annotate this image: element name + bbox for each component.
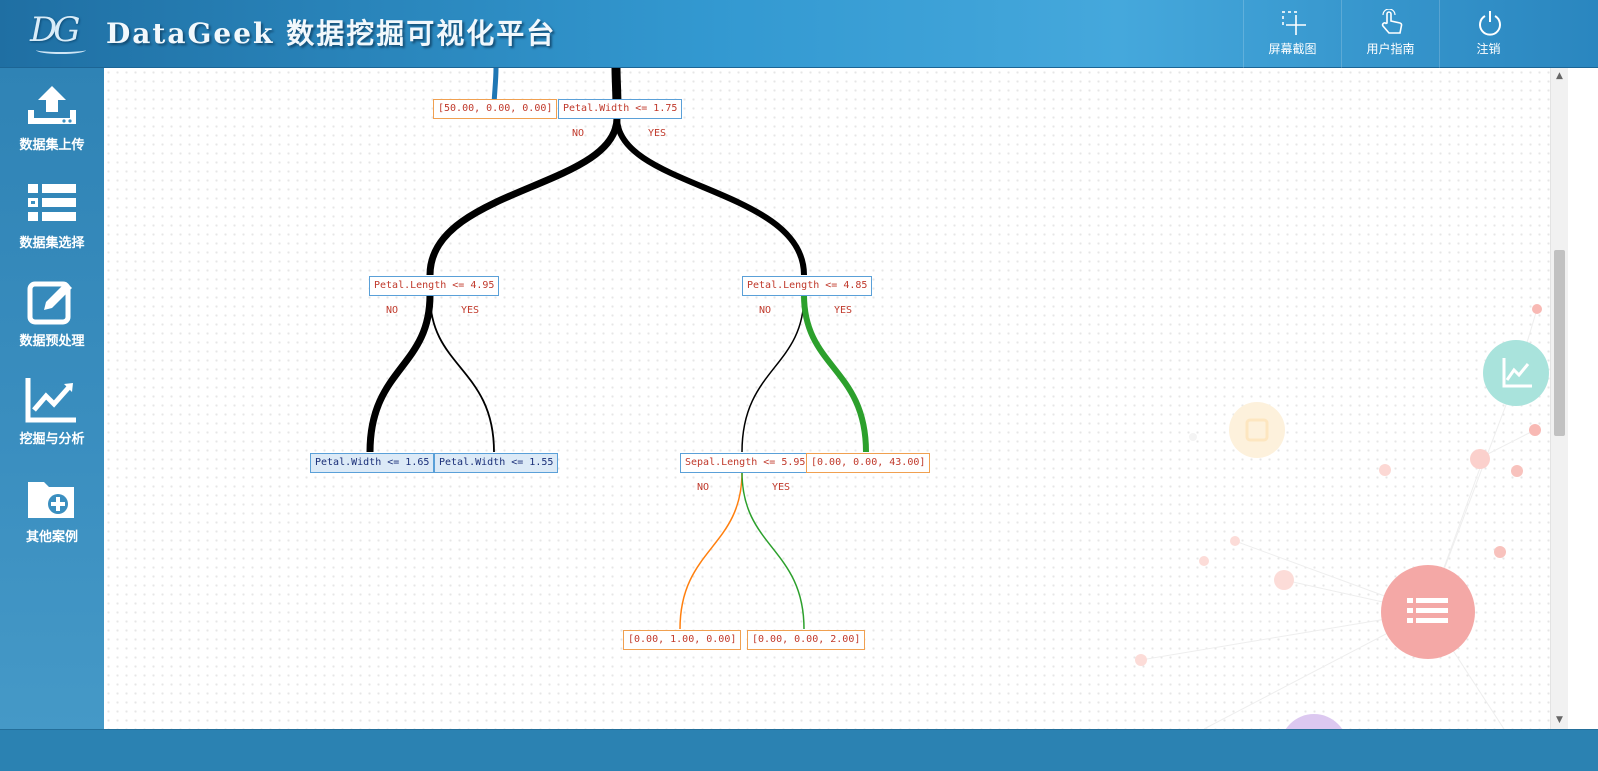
tree-node-left[interactable]: Petal.Length <= 4.95 <box>369 276 500 296</box>
list-icon <box>28 184 76 221</box>
edge-label-no: NO <box>759 305 772 316</box>
edge-label-no: NO <box>572 128 585 139</box>
edge-right-right <box>801 294 869 453</box>
edit-icon <box>27 281 72 325</box>
right-gutter <box>1568 68 1598 729</box>
edge-left-left <box>366 294 434 453</box>
sidebar-item-label: 数据集选择 <box>19 236 85 251</box>
edge-label-yes: YES <box>834 305 853 316</box>
tree-node-right-left[interactable]: Sepal.Length <= 5.95 <box>680 453 811 473</box>
sidebar-item-label: 数据预处理 <box>19 334 85 349</box>
edge-label-yes: YES <box>772 482 791 493</box>
logout-label: 注销 <box>1476 42 1501 56</box>
sidebar-item-cases[interactable]: 其他案例 <box>0 460 104 558</box>
edge-rl-left <box>679 471 743 630</box>
folder-add-icon <box>28 482 74 518</box>
app-header: DG DataGeek 数据挖掘可视化平台 屏幕截图 用户指南 注销 <box>0 0 1598 68</box>
sidebar-item-select[interactable]: 数据集选择 <box>0 166 104 264</box>
scrollbar-thumb[interactable] <box>1554 250 1565 436</box>
upload-icon <box>28 86 76 124</box>
tree-node-left-right[interactable]: Petal.Width <= 1.55 <box>434 453 559 473</box>
power-icon <box>1479 11 1501 36</box>
edge-label-no: NO <box>386 305 399 316</box>
vertical-scrollbar[interactable]: ▲ ▼ <box>1550 68 1568 729</box>
screenshot-label: 屏幕截图 <box>1268 42 1317 56</box>
tree-leaf-setosa[interactable]: [50.00, 0.00, 0.00] <box>433 99 558 119</box>
sidebar-item-upload[interactable]: 数据集上传 <box>0 68 104 166</box>
sidebar-item-label: 其他案例 <box>25 530 78 545</box>
logout-button[interactable]: 注销 <box>1439 0 1537 68</box>
edge-left-right <box>429 294 495 453</box>
edge-root-right <box>614 117 807 276</box>
tree-leaf-rl-left[interactable]: [0.00, 1.00, 0.00] <box>623 630 742 650</box>
edge-right-left <box>741 294 805 453</box>
user-guide-button[interactable]: 用户指南 <box>1341 0 1439 68</box>
user-guide-label: 用户指南 <box>1366 42 1415 56</box>
app-title: DataGeek 数据挖掘可视化平台 <box>106 17 557 50</box>
tree-node-left-left[interactable]: Petal.Width <= 1.65 <box>310 453 435 473</box>
app-footer <box>0 729 1598 771</box>
app-window: DG DataGeek 数据挖掘可视化平台 屏幕截图 用户指南 注销 数据集上传… <box>0 0 1598 771</box>
tree-node-root[interactable]: Petal.Width <= 1.75 <box>558 99 683 119</box>
edge-rl-right <box>741 471 805 630</box>
edge-label-yes: YES <box>461 305 480 316</box>
screenshot-icon <box>1282 11 1306 35</box>
edge-label-no: NO <box>697 482 710 493</box>
hand-pointer-icon <box>1381 9 1403 34</box>
scroll-up-arrow-icon[interactable]: ▲ <box>1551 68 1568 85</box>
sidebar-item-label: 数据集上传 <box>19 138 85 153</box>
tree-canvas[interactable]: [50.00, 0.00, 0.00] Petal.Width <= 1.75 … <box>104 68 1550 729</box>
app-logo: DG <box>30 10 92 54</box>
line-chart-icon <box>25 378 76 423</box>
tree-leaf-right-right[interactable]: [0.00, 0.00, 43.00] <box>806 453 931 473</box>
sidebar: 数据集上传 数据集选择 数据预处理 挖掘与分析 其他案例 <box>0 68 104 729</box>
sidebar-item-label: 挖掘与分析 <box>19 432 85 447</box>
scroll-down-arrow-icon[interactable]: ▼ <box>1551 712 1568 729</box>
edge-root-left <box>426 117 621 276</box>
tree-node-right[interactable]: Petal.Length <= 4.85 <box>742 276 873 296</box>
sidebar-item-analysis[interactable]: 挖掘与分析 <box>0 362 104 460</box>
edge-label-yes: YES <box>648 128 667 139</box>
tree-leaf-rl-right[interactable]: [0.00, 0.00, 2.00] <box>747 630 866 650</box>
sidebar-item-preprocess[interactable]: 数据预处理 <box>0 264 104 362</box>
screenshot-button[interactable]: 屏幕截图 <box>1243 0 1341 68</box>
